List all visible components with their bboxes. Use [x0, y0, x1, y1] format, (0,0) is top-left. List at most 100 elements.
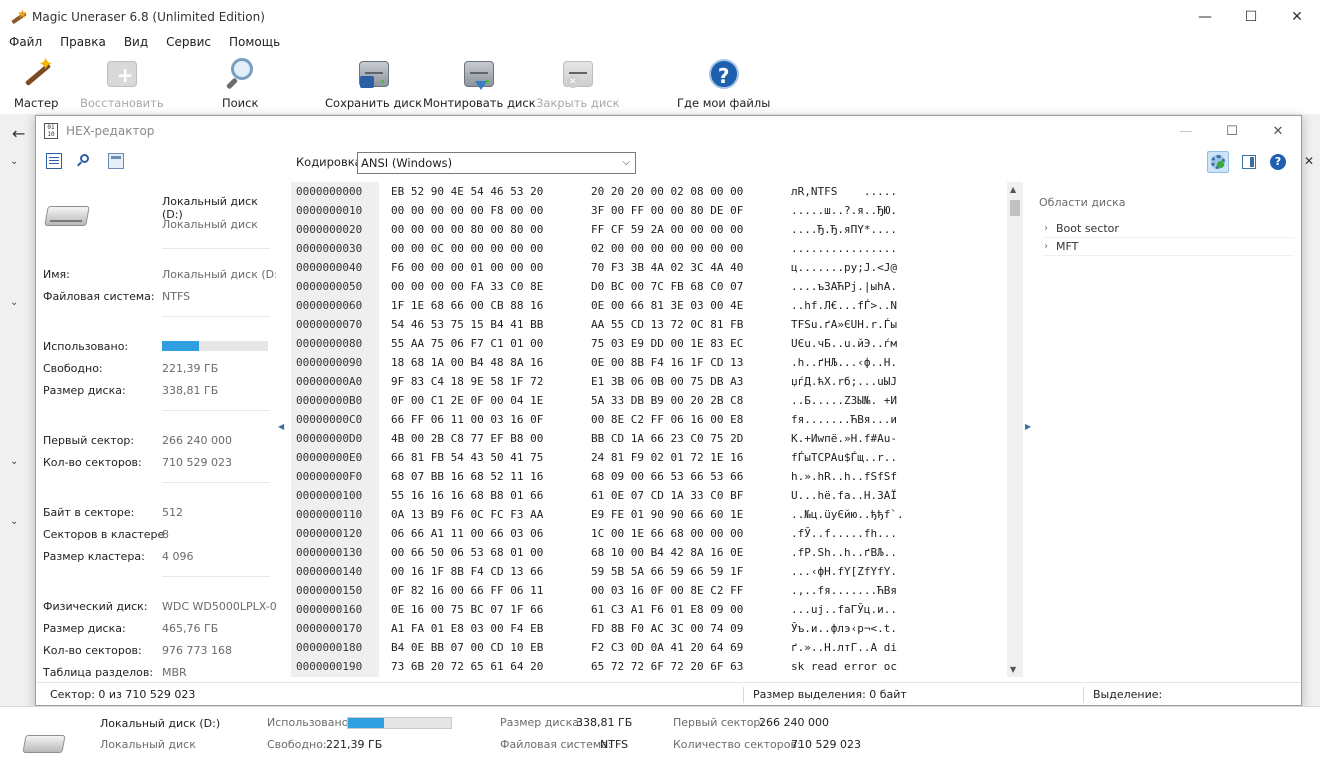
hex-offset: 0000000110: [296, 508, 363, 521]
help-button[interactable]: ?: [1267, 151, 1289, 173]
find-icon[interactable]: [76, 153, 92, 169]
bottom-disk-name: Локальный диск (D:): [100, 717, 221, 730]
chevron-down-icon[interactable]: ⌄: [10, 516, 18, 527]
hex-offset: 0000000040: [296, 261, 363, 274]
disk-areas-panel: Области диска › Boot sector › MFT: [1036, 182, 1298, 682]
hex-bytes-high: 65 72 72 6F 72 20 6F 63: [591, 660, 744, 673]
scroll-thumb[interactable]: [1010, 200, 1020, 216]
hex-bytes-high: 00 8E C2 FF 06 16 00 E8: [591, 413, 744, 426]
hex-bytes-low: EB 52 90 4E 54 46 53 20: [391, 185, 544, 198]
chevron-right-icon[interactable]: ›: [1044, 220, 1048, 238]
menu-view[interactable]: Вид: [115, 34, 157, 52]
hex-view[interactable]: 0000000000 EB 52 90 4E 54 46 53 20 20 20 2…: [291, 182, 1009, 677]
usage-bar: [162, 341, 268, 351]
hex-maximize-button[interactable]: ☐: [1209, 116, 1255, 146]
hex-bytes-low: 1F 1E 68 66 00 CB 88 16: [391, 299, 544, 312]
bottom-count-label: Количество секторов:: [673, 738, 801, 751]
back-arrow-icon[interactable]: ←: [12, 124, 25, 143]
gear-icon: [1211, 155, 1225, 169]
hex-ascii: .fЎ..f.....fh...: [791, 527, 897, 540]
hex-bytes-low: F6 00 00 00 01 00 00 00: [391, 261, 544, 274]
hex-bytes-high: AA 55 CD 13 72 0C 81 FB: [591, 318, 744, 331]
wizard-button[interactable]: ✦ Мастер: [14, 56, 58, 111]
menu-tools[interactable]: Сервис: [157, 34, 220, 52]
hex-ascii: .....ш..?.я..ЂЮ.: [791, 204, 897, 217]
question-circle-icon: ?: [707, 56, 741, 92]
chevron-down-icon[interactable]: ⌄: [10, 297, 18, 308]
hex-ascii: ...‹фН.fY[ZfYfY.: [791, 565, 897, 578]
hex-bytes-low: 66 81 FB 54 43 50 41 75: [391, 451, 544, 464]
main-toolbar: ✦ Мастер Восстановить Поиск Сохранить ди…: [0, 52, 1320, 114]
scroll-up-icon[interactable]: ▲: [1010, 185, 1016, 194]
hex-editor-titlebar: 01 10 HEX-редактор — ☐ ✕: [36, 116, 1301, 146]
hex-bytes-high: 02 00 00 00 00 00 00 00: [591, 242, 744, 255]
hex-bytes-high: 0E 00 66 81 3E 03 00 4E: [591, 299, 744, 312]
close-button[interactable]: ✕: [1274, 0, 1320, 34]
save-disk-button[interactable]: Сохранить диск: [325, 56, 422, 110]
collapse-right-icon[interactable]: ▶: [1025, 422, 1031, 431]
close-panel-icon[interactable]: ✕: [1304, 154, 1314, 168]
mount-disk-button[interactable]: Монтировать диск: [423, 56, 536, 110]
settings-button[interactable]: [1207, 151, 1229, 173]
hex-bytes-high: F2 C3 0D 0A 41 20 64 69: [591, 641, 744, 654]
chevron-down-icon[interactable]: ⌄: [10, 456, 18, 467]
collapse-left-icon[interactable]: ◀: [278, 422, 284, 431]
hex-offset: 0000000130: [296, 546, 363, 559]
minimize-button[interactable]: —: [1182, 0, 1228, 34]
hex-bytes-low: 00 00 0C 00 00 00 00 00: [391, 242, 544, 255]
hex-ascii: ґ.»..Н.лтГ..A di: [791, 641, 897, 654]
restore-button[interactable]: Восстановить: [80, 56, 164, 110]
hex-bytes-high: E1 3B 06 0B 00 75 DB A3: [591, 375, 744, 388]
calculator-icon[interactable]: [108, 153, 124, 169]
bottom-first-sector-value: 266 240 000: [759, 716, 829, 729]
hex-scrollbar[interactable]: ▲ ▼: [1007, 182, 1023, 677]
bottom-disk-sub: Локальный диск: [100, 738, 196, 751]
app-title: Magic Uneraser 6.8 (Unlimited Edition): [32, 10, 265, 24]
menu-file[interactable]: Файл: [0, 34, 51, 52]
hex-offset: 0000000080: [296, 337, 363, 350]
hex-offset: 00000000E0: [296, 451, 363, 464]
hex-bytes-high: FD 8B F0 AC 3C 00 74 09: [591, 622, 744, 635]
menu-edit[interactable]: Правка: [51, 34, 115, 52]
encoding-select[interactable]: ANSI (Windows) ⌵: [357, 152, 636, 174]
hex-ascii: ................: [791, 242, 897, 255]
chevron-down-icon[interactable]: ⌄: [10, 156, 18, 167]
hex-bytes-high: 61 C3 A1 F6 01 E8 09 00: [591, 603, 744, 616]
close-disk-button[interactable]: ✕ Закрыть диск: [536, 56, 620, 110]
where-my-files-button[interactable]: ? Где мои файлы: [677, 56, 770, 110]
area-item-boot-sector[interactable]: › Boot sector: [1044, 220, 1294, 238]
hex-bytes-high: 0E 00 8B F4 16 1F CD 13: [591, 356, 744, 369]
bottom-count-value: 710 529 023: [791, 738, 861, 751]
selection-size-status: Размер выделения: 0 байт: [753, 688, 907, 701]
hex-minimize-button[interactable]: —: [1163, 116, 1209, 146]
hex-ascii: ...uj..faГЎц.и..: [791, 603, 897, 616]
search-button[interactable]: Поиск: [222, 56, 258, 110]
hex-bytes-low: 0F 82 16 00 66 FF 06 11: [391, 584, 544, 597]
goto-document-icon[interactable]: [46, 153, 62, 169]
panel-toggle-button[interactable]: [1238, 151, 1260, 173]
encoding-value: ANSI (Windows): [361, 156, 453, 170]
area-item-mft[interactable]: › MFT: [1044, 238, 1294, 256]
hex-bytes-low: 06 66 A1 11 00 66 03 06: [391, 527, 544, 540]
hex-offset: 0000000060: [296, 299, 363, 312]
hex-offset: 00000000B0: [296, 394, 363, 407]
bottom-usage-bar: [347, 717, 452, 729]
scroll-down-icon[interactable]: ▼: [1010, 665, 1016, 674]
hex-editor-window: 01 10 HEX-редактор — ☐ ✕ Кодировка ANSI …: [35, 115, 1302, 706]
hex-bytes-high: BB CD 1A 66 23 C0 75 2D: [591, 432, 744, 445]
hex-offset: 00000000A0: [296, 375, 363, 388]
right-splitter[interactable]: ▶: [1023, 182, 1033, 682]
left-splitter[interactable]: ◀: [277, 182, 287, 682]
hex-offset: 0000000030: [296, 242, 363, 255]
menu-help[interactable]: Помощь: [220, 34, 289, 52]
chevron-right-icon[interactable]: ›: [1044, 238, 1048, 256]
disk-areas-title: Области диска: [1039, 196, 1126, 209]
hex-bytes-low: 00 00 00 00 FA 33 C0 8E: [391, 280, 544, 293]
hex-close-button[interactable]: ✕: [1255, 116, 1301, 146]
close-disk-label: Закрыть диск: [536, 96, 620, 110]
hex-ascii: лR‚NTFS .....: [791, 185, 897, 198]
hex-ascii: K.+Иwпё.»Н.f#Аu-: [791, 432, 897, 445]
selection-status: Выделение:: [1093, 688, 1163, 701]
app-titlebar: ★ Magic Uneraser 6.8 (Unlimited Edition)…: [0, 0, 1320, 34]
maximize-button[interactable]: ☐: [1228, 0, 1274, 34]
